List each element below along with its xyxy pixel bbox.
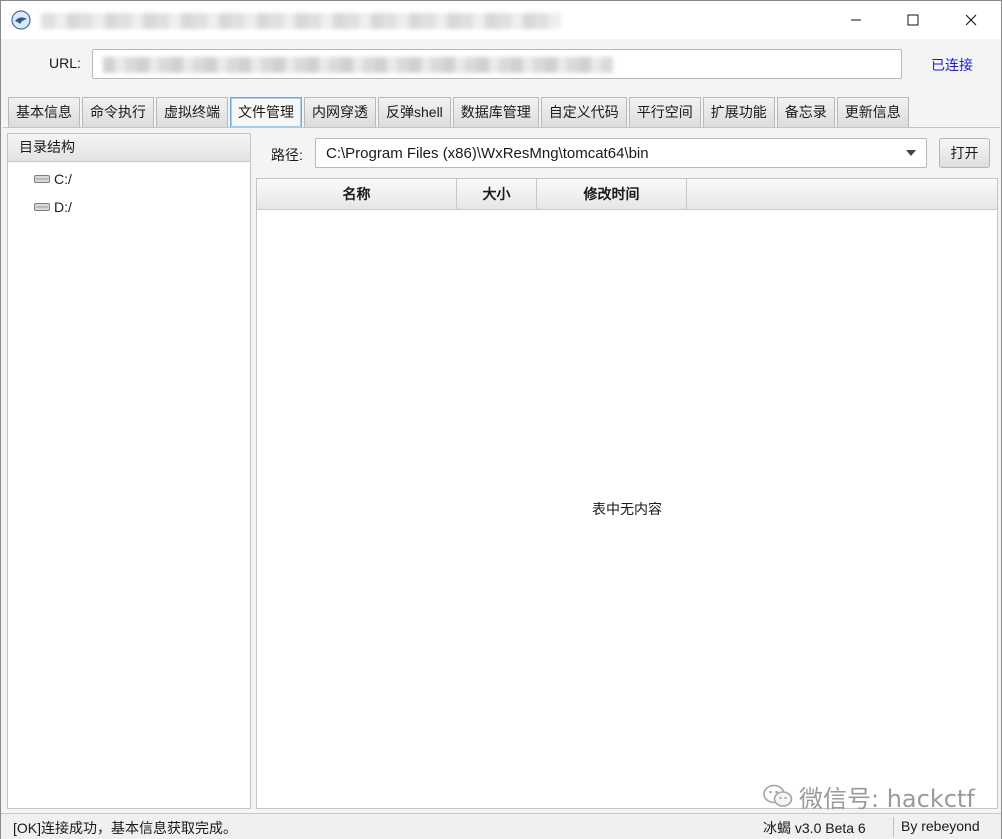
path-dropdown-button[interactable] [896,139,926,167]
maximize-icon [907,14,919,26]
connection-status-link[interactable]: 已连接 [931,55,973,75]
drive-icon [34,203,50,211]
chevron-down-icon [906,150,916,156]
tab-intranet-tunnel[interactable]: 内网穿透 [304,97,376,127]
app-window: URL: 已连接 基本信息 命令执行 虚拟终端 文件管理 内网穿透 反弹shel… [0,0,1002,839]
column-header-modified[interactable]: 修改时间 [537,179,687,209]
url-label: URL: [49,55,81,71]
tab-extensions[interactable]: 扩展功能 [702,97,775,127]
tree-header: 目录结构 [8,134,250,162]
close-button[interactable] [948,1,994,39]
title-bar[interactable] [1,1,1001,39]
tree-item-label: C:/ [54,171,72,187]
path-value: C:\Program Files (x86)\WxResMng\tomcat64… [326,145,649,162]
close-icon [965,14,977,26]
tab-updates[interactable]: 更新信息 [836,97,909,127]
path-label: 路径: [271,147,303,163]
minimize-icon [851,19,861,21]
drive-icon [34,175,50,183]
column-header-name[interactable]: 名称 [257,179,457,209]
tab-basic-info[interactable]: 基本信息 [8,97,80,127]
column-header-size[interactable]: 大小 [457,179,537,209]
file-table[interactable]: 名称 大小 修改时间 表中无内容 [256,178,998,809]
tab-divider [3,127,1000,128]
tab-database[interactable]: 数据库管理 [452,97,539,127]
wechat-icon [763,784,793,807]
tree-item-label: D:/ [54,199,72,215]
minimize-button[interactable] [833,1,879,39]
status-message: [OK]连接成功，基本信息获取完成。 [13,820,238,836]
open-button[interactable]: 打开 [939,138,990,168]
tab-bar: 基本信息 命令执行 虚拟终端 文件管理 内网穿透 反弹shell 数据库管理 自… [8,97,909,127]
tree-item-c-drive[interactable]: C:/ [34,169,72,189]
watermark: 微信号: hackctf [763,781,975,813]
url-value-redacted [103,57,613,73]
status-separator [893,817,894,837]
tab-virtual-terminal[interactable]: 虚拟终端 [156,97,228,127]
tab-custom-code[interactable]: 自定义代码 [540,97,627,127]
tab-command-exec[interactable]: 命令执行 [82,97,154,127]
tree-item-d-drive[interactable]: D:/ [34,197,72,217]
path-combobox[interactable]: C:\Program Files (x86)\WxResMng\tomcat64… [315,138,927,168]
table-header: 名称 大小 修改时间 [257,179,997,210]
table-empty-message: 表中无内容 [592,501,662,517]
author-label: By rebeyond [901,818,980,834]
tab-reverse-shell[interactable]: 反弹shell [378,97,451,127]
tab-notes[interactable]: 备忘录 [776,97,835,127]
version-label: 冰蝎 v3.0 Beta 6 [763,820,866,836]
url-input[interactable] [92,49,902,79]
maximize-button[interactable] [890,1,936,39]
url-row: URL: 已连接 [1,39,1001,89]
tab-file-manager[interactable]: 文件管理 [230,97,302,127]
watermark-text: 微信号: hackctf [799,784,975,813]
tab-parallel-space[interactable]: 平行空间 [628,97,701,127]
status-bar: [OK]连接成功，基本信息获取完成。 冰蝎 v3.0 Beta 6 By reb… [1,813,1001,839]
app-logo-icon [11,10,31,30]
directory-tree[interactable]: 目录结构 C:/ D:/ [7,133,251,809]
window-title-redacted [41,13,561,29]
